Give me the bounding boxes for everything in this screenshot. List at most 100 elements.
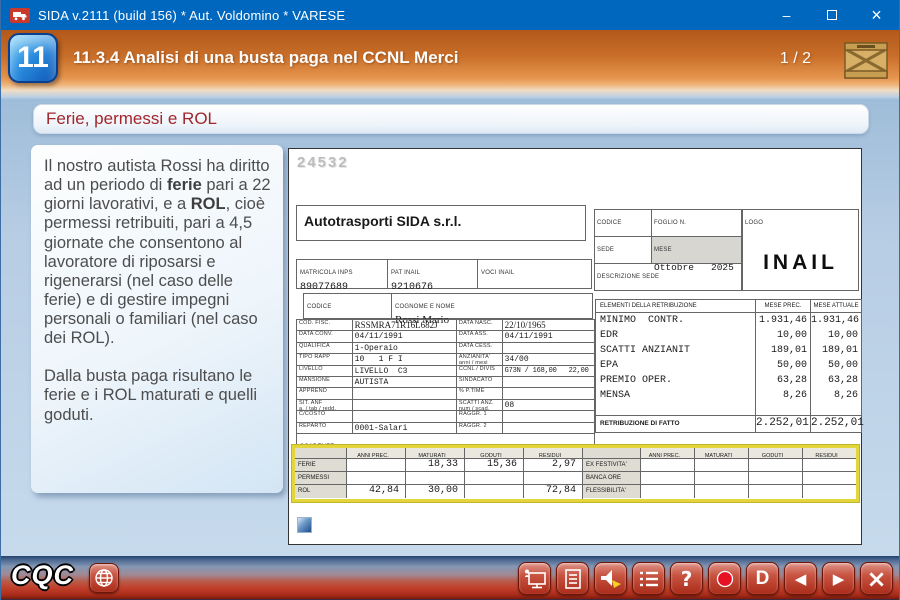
cell-value: 18,33	[406, 459, 465, 471]
payslip-stamp-number: 24532	[297, 154, 349, 171]
table-row: PREMIO OPER.63,2863,28	[596, 373, 861, 388]
table-row: EX FESTIVITA'	[583, 459, 856, 472]
cell-value: 10,00	[811, 328, 861, 343]
cell-label	[583, 448, 641, 458]
minimize-button[interactable]: –	[764, 0, 809, 30]
company-box: Autotrasporti SIDA s.r.l.	[296, 205, 586, 241]
cqc-logo: CQC	[11, 560, 74, 591]
app-window: SIDA v.2111 (build 156) * Aut. Voldomino…	[0, 0, 900, 600]
cell-label: FLESSIBILITA'	[583, 485, 641, 498]
table-row: MINIMO CONTR.1.931,461.931,46	[596, 313, 861, 328]
cell-value	[347, 459, 406, 471]
column-header: MATURATI	[406, 448, 465, 458]
bottom-toolbar: CQC	[1, 556, 899, 600]
page-title: 11.3.4 Analisi di una busta paga nel CCN…	[73, 48, 458, 68]
maximize-button[interactable]	[809, 0, 854, 30]
personal-data-table: COD. FISC.RSSMRA71R16L682JDATA NASC.22/1…	[296, 319, 595, 434]
close-icon: ×	[871, 5, 882, 26]
cell-label: RAGGR. 2	[457, 423, 503, 433]
cell-label: SIT. ANF a. / tab / redd.	[297, 400, 353, 410]
cell-label: APPREND	[297, 388, 353, 398]
cell-value	[406, 472, 465, 484]
help-button[interactable]: ?	[670, 562, 703, 595]
table-row: EDR10,0010,00	[596, 328, 861, 343]
cell-label: SCATTI ANZIANIT	[596, 343, 756, 358]
cell-value: 72,84	[524, 485, 582, 498]
employee-row: CODICE COGNOME E NOMERossi Mario	[303, 293, 593, 319]
lesson-header: 11 11.3.4 Analisi di una busta paga nel …	[1, 30, 899, 100]
cell-label: COGNOME E NOME	[395, 304, 455, 310]
column-header: MESE PREC.	[756, 300, 811, 312]
cell-label: CODICE	[307, 304, 332, 310]
index-button[interactable]	[632, 562, 665, 595]
table-row: FLESSIBILITA'	[583, 485, 856, 498]
cell-label: BANCA ORE	[583, 472, 641, 484]
section-title-bar: Ferie, permessi e ROL	[33, 104, 869, 134]
prev-button[interactable]: ◀	[784, 562, 817, 595]
cell-value: 89077689	[300, 282, 384, 293]
column-header: RESIDUI	[803, 448, 856, 458]
cell-value: 8,26	[756, 388, 811, 403]
cell-label: MENSA	[596, 388, 756, 403]
cell-label: MINIMO CONTR.	[596, 313, 756, 328]
table-row: SCATTI ANZIANIT189,01189,01	[596, 343, 861, 358]
dictionary-button[interactable]: D	[746, 562, 779, 595]
cell-value	[503, 423, 594, 433]
close-button[interactable]: ×	[854, 0, 899, 30]
cell-label: PREMIO OPER.	[596, 373, 756, 388]
column-header: GODUTI	[749, 448, 803, 458]
cell-value: 10 1 F I	[353, 354, 457, 364]
globe-icon	[94, 568, 114, 588]
cell-value	[353, 400, 457, 410]
cell-value	[695, 459, 749, 471]
cell-value: 04/11/1991	[353, 331, 457, 341]
column-header: ANNI PREC.	[347, 448, 406, 458]
scadenze-row: SCADENZE	[296, 433, 595, 445]
inail-logo: INAIL	[745, 251, 856, 275]
column-header: ANNI PREC.	[641, 448, 695, 458]
column-header: RESIDUI	[524, 448, 582, 458]
cell-value	[503, 377, 594, 387]
cell-value: 42,84	[347, 485, 406, 498]
cell-label: % P.TIME	[457, 388, 503, 398]
cell-label: FOGLIO N.	[654, 220, 686, 226]
column-header: MATURATI	[695, 448, 749, 458]
text-page-button[interactable]	[556, 562, 589, 595]
page-indicator: 1 / 2	[780, 50, 811, 68]
audio-button[interactable]	[594, 562, 627, 595]
cell-value: 9210676	[391, 282, 474, 293]
cell-value	[353, 411, 457, 421]
titlebar: SIDA v.2111 (build 156) * Aut. Voldomino…	[1, 0, 899, 30]
cell-value: 1-Operaio	[353, 343, 457, 353]
cell-value: G73N / 168,00 22,00	[503, 366, 594, 376]
next-button[interactable]: ▶	[822, 562, 855, 595]
cell-value: 1.931,46	[756, 313, 811, 328]
cell-label: LOGO	[745, 220, 763, 226]
logo-box: LOGO INAIL	[742, 209, 859, 291]
screen-share-button[interactable]	[518, 562, 551, 595]
table-row	[596, 403, 861, 415]
cell-value	[465, 472, 524, 484]
exit-button[interactable]: ×	[860, 562, 893, 595]
minimize-icon: –	[783, 7, 791, 23]
section-title: Ferie, permessi e ROL	[46, 109, 217, 129]
cell-label: RETRIBUZIONE DI FATTO	[596, 416, 756, 432]
arrow-left-icon: ◀	[795, 570, 807, 588]
cell-value	[347, 472, 406, 484]
cell-value: 63,28	[811, 373, 861, 388]
cell-label: ANZIANITA' anni / mesi	[457, 354, 503, 364]
table-row: TIPO RAPP10 1 F IANZIANITA' anni / mesi3…	[297, 354, 594, 365]
cell-label: PERMESSI	[295, 472, 347, 484]
cell-label: EPA	[596, 358, 756, 373]
record-button[interactable]	[708, 562, 741, 595]
cell-value	[749, 459, 803, 471]
globe-button[interactable]	[89, 563, 119, 593]
cell-value	[749, 485, 803, 498]
column-header: MESE ATTUALE	[811, 300, 861, 312]
column-header: ELEMENTI DELLA RETRIBUZIONE	[596, 300, 756, 312]
cell-value: 2.252,01	[756, 416, 811, 432]
cell-value	[641, 459, 695, 471]
cell-value: 04/11/1991	[503, 331, 594, 341]
table-row: LIVELLOLIVELLO C3CCNL / DIVISG73N / 168,…	[297, 366, 594, 377]
table-row: PERMESSI	[295, 472, 582, 485]
